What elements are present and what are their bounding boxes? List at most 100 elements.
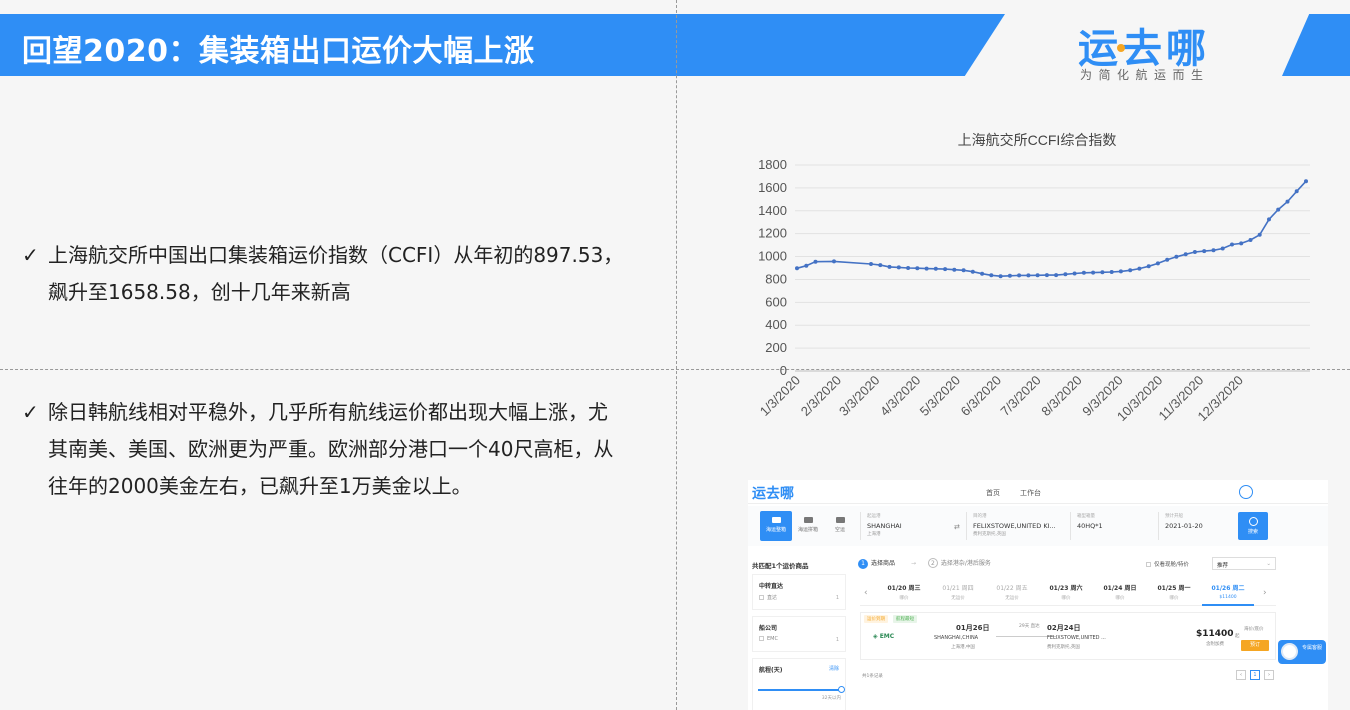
x-tick-label: 7/3/2020 — [997, 373, 1043, 419]
y-tick-label: 600 — [765, 294, 787, 309]
date-tab[interactable]: 01/25 周一 哪价 — [1148, 583, 1200, 601]
next-page-button[interactable]: › — [1264, 670, 1274, 680]
chevron-right-icon[interactable]: › — [1263, 588, 1267, 598]
data-point — [970, 269, 975, 274]
bullet-line: 往年的2000美金左右，已飙升至1万美金以上。 — [48, 474, 472, 498]
x-tick-label: 2/3/2020 — [798, 373, 844, 419]
x-tick-label: 5/3/2020 — [917, 373, 963, 419]
nav-workbench[interactable]: 工作台 — [1020, 488, 1041, 498]
date-tab[interactable]: 01/26 周二 $11400 — [1202, 583, 1254, 606]
destination-field[interactable]: 目的港 FELIXSTOWE,UNITED KI... 费利克斯托,英国 — [966, 512, 1066, 540]
search-icon — [1248, 517, 1258, 526]
data-point — [1118, 269, 1123, 274]
freight-app-screenshot: 运去哪 首页 工作台 海运整箱 海运拼箱 空运 起运港 SHANGHAI 上海港 ⇄… — [748, 480, 1328, 710]
bullet-ccfi: ✓ 上海航交所中国出口集装箱运价指数（CCFI）从年初的897.53， 飙升至16… — [22, 237, 682, 311]
data-point — [804, 263, 809, 268]
data-point — [1044, 273, 1049, 278]
data-point — [1017, 273, 1022, 278]
slider-handle[interactable] — [838, 686, 845, 693]
data-point — [887, 264, 892, 269]
data-point — [1072, 271, 1077, 276]
data-point — [906, 266, 911, 270]
brand-logo: 运去哪 为简化航运而生 — [1078, 16, 1238, 82]
data-point — [1165, 257, 1170, 262]
mode-lcl[interactable]: 海运拼箱 — [792, 511, 824, 541]
container-icon — [771, 517, 781, 523]
search-button[interactable]: 搜索 — [1238, 512, 1268, 540]
data-point — [980, 271, 985, 276]
data-point — [952, 267, 957, 272]
data-point — [1285, 199, 1290, 204]
result-card[interactable]: 运价到期 航程最短 ◈ EMC 01月26日 SHANGHAI,CHINA 上海… — [860, 612, 1276, 660]
chevron-left-icon[interactable]: ‹ — [864, 588, 868, 598]
data-point — [915, 266, 920, 271]
y-tick-label: 0 — [780, 363, 787, 378]
data-point — [1230, 242, 1234, 247]
date-tab[interactable]: 01/24 周日 哪价 — [1094, 583, 1146, 601]
app-navbar: 运去哪 首页 工作台 — [748, 480, 1328, 504]
app-logo: 运去哪 — [752, 486, 794, 502]
x-tick-label: 1/3/2020 — [757, 373, 803, 419]
data-point — [869, 262, 873, 266]
data-point — [1091, 270, 1096, 275]
filter-option-direct[interactable]: 直达 — [759, 594, 777, 601]
page-button[interactable]: 1 — [1250, 670, 1260, 680]
date-tab[interactable]: 01/23 周六 哪价 — [1040, 583, 1092, 601]
data-point — [1026, 273, 1031, 278]
swap-icon[interactable]: ⇄ — [954, 523, 960, 531]
data-point — [1304, 179, 1308, 184]
data-point — [961, 268, 966, 273]
only-show-toggle[interactable]: 仅看现舱/特价 — [1146, 560, 1189, 568]
checkmark-icon: ✓ — [22, 243, 39, 267]
origin-field[interactable]: 起运港 SHANGHAI 上海港 — [860, 512, 950, 540]
data-point — [1294, 189, 1299, 194]
nav-home[interactable]: 首页 — [986, 488, 1000, 498]
record-count: 共1条记录 — [862, 674, 883, 679]
data-point — [1063, 272, 1068, 277]
data-point — [989, 273, 994, 278]
data-point — [813, 259, 818, 264]
user-avatar-icon[interactable] — [1239, 485, 1253, 499]
sort-select[interactable]: 推荐 ⌄ — [1212, 557, 1276, 570]
data-point — [1192, 250, 1197, 254]
data-point — [1183, 252, 1188, 257]
voyage-slider[interactable] — [758, 689, 840, 691]
vertical-guide — [676, 0, 677, 710]
x-tick-label: 4/3/2020 — [877, 373, 923, 419]
date-field[interactable]: 预计开船 2021-01-20 — [1158, 512, 1230, 540]
price: $11400 — [1196, 629, 1234, 639]
plane-icon — [835, 517, 845, 523]
mode-fcl[interactable]: 海运整箱 — [760, 511, 792, 541]
data-point — [896, 265, 901, 270]
book-button[interactable]: 预订 — [1241, 640, 1269, 651]
data-point — [1211, 248, 1216, 253]
ccfi-line-chart: 上海航交所CCFI综合指数 0 200 400 600 800 1000 1200 1400 1… — [757, 132, 1310, 424]
clear-filter-link[interactable]: 清除 — [829, 665, 839, 672]
filter-option-emc[interactable]: EMC — [759, 636, 778, 642]
x-tick-label: 6/3/2020 — [958, 373, 1004, 419]
date-tab[interactable]: 01/21 周四 无运价 — [932, 583, 984, 601]
data-point — [1054, 273, 1059, 278]
filter-voyage: 航程(天) 清除 32天以内 — [752, 658, 846, 710]
corner-decoration — [1282, 14, 1350, 76]
date-tab[interactable]: 01/22 周五 无运价 — [986, 583, 1038, 601]
prev-page-button[interactable]: ‹ — [1236, 670, 1246, 680]
y-tick-label: 200 — [765, 340, 787, 355]
customer-service-button[interactable]: 专属客服 — [1278, 640, 1326, 664]
boxes-icon — [803, 517, 813, 523]
agent-avatar-icon — [1281, 643, 1298, 660]
y-tick-label: 1200 — [758, 226, 787, 241]
x-tick-label: 8/3/2020 — [1038, 373, 1084, 419]
data-point — [998, 274, 1003, 279]
data-point — [1109, 270, 1114, 274]
box-field[interactable]: 箱型箱量 40HQ*1 — [1070, 512, 1154, 540]
data-point — [1248, 238, 1253, 242]
data-point — [1100, 270, 1105, 275]
date-tab[interactable]: 01/20 周三 哪价 — [878, 583, 930, 601]
y-tick-label: 400 — [765, 317, 787, 332]
data-point — [832, 259, 836, 264]
data-point — [795, 266, 799, 271]
data-point — [943, 267, 948, 272]
mode-air[interactable]: 空运 — [824, 511, 856, 541]
y-tick-label: 1600 — [758, 180, 787, 195]
